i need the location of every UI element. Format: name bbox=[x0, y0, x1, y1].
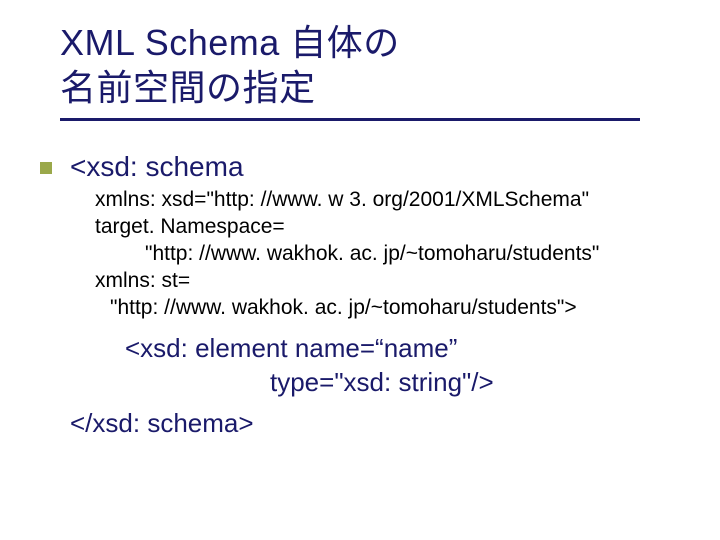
title-line-1: XML Schema 自体の bbox=[60, 20, 690, 65]
schema-attrs: xmlns: xsd="http: //www. w 3. org/2001/X… bbox=[95, 187, 690, 321]
title-block: XML Schema 自体の 名前空間の指定 bbox=[60, 20, 690, 121]
xsd-element-line1: <xsd: element name=“name” bbox=[125, 332, 690, 366]
title-line-2: 名前空間の指定 bbox=[60, 65, 690, 110]
attr-xmlns-xsd: xmlns: xsd="http: //www. w 3. org/2001/X… bbox=[95, 187, 690, 214]
attr-target-ns-val: "http: //www. wakhok. ac. jp/~tomoharu/s… bbox=[95, 241, 690, 268]
title-underline bbox=[60, 118, 640, 121]
attr-xmlns-st-key: xmlns: st= bbox=[95, 268, 690, 295]
slide: XML Schema 自体の 名前空間の指定 <xsd: schema xmln… bbox=[0, 0, 720, 540]
attr-xmlns-st-val: "http: //www. wakhok. ac. jp/~tomoharu/s… bbox=[95, 295, 690, 322]
attr-target-ns-key: target. Namespace= bbox=[95, 214, 690, 241]
schema-open-row: <xsd: schema bbox=[40, 149, 690, 185]
body: <xsd: schema xmlns: xsd="http: //www. w … bbox=[70, 149, 690, 441]
schema-open: <xsd: schema bbox=[70, 149, 244, 185]
schema-close: </xsd: schema> bbox=[70, 407, 690, 441]
bullet-icon bbox=[40, 162, 52, 174]
xsd-element-line2: type="xsd: string"/> bbox=[270, 366, 690, 400]
